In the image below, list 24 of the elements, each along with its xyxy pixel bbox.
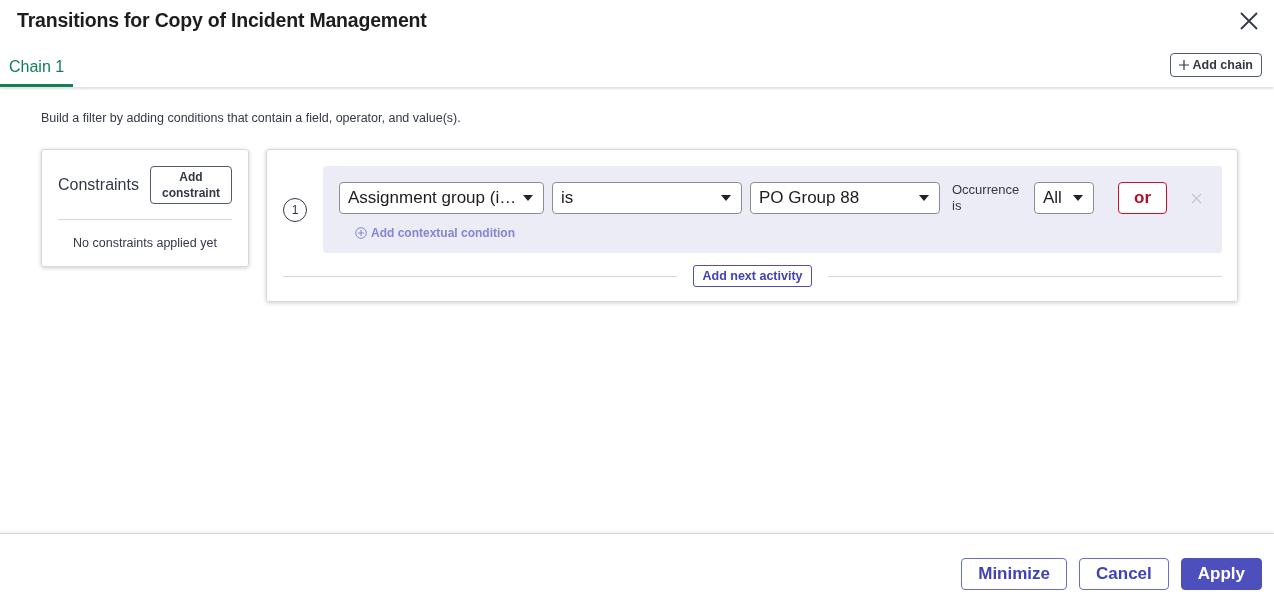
chain-tab[interactable]: Chain 1 bbox=[0, 52, 74, 87]
add-chain-button[interactable]: Add chain bbox=[1169, 53, 1262, 77]
plus-icon bbox=[1178, 60, 1189, 70]
footer-button[interactable]: Minimize bbox=[961, 558, 1067, 590]
add-next-activity-button[interactable]: Add next activity bbox=[693, 265, 812, 287]
occurrence-dropdown[interactable]: All bbox=[1034, 182, 1094, 214]
plus-circle-icon bbox=[355, 227, 367, 239]
close-icon[interactable] bbox=[1240, 11, 1258, 30]
occurrence-label: Occurrence is bbox=[952, 182, 1021, 214]
field-dropdown[interactable]: Assignment group (i… bbox=[339, 182, 544, 214]
add-constraint-button[interactable]: Add constraint bbox=[150, 166, 232, 204]
value-dropdown[interactable]: PO Group 88 bbox=[750, 182, 940, 214]
constraints-title: Constraints bbox=[58, 176, 139, 194]
caret-icon bbox=[1073, 195, 1083, 201]
dialog-title: Transitions for Copy of Incident Management bbox=[17, 9, 427, 32]
apply-button[interactable]: Apply bbox=[1180, 558, 1262, 590]
caret-icon bbox=[523, 195, 533, 201]
caret-icon bbox=[721, 195, 731, 201]
operator-dropdown[interactable]: is bbox=[552, 182, 742, 214]
empty-message: No constraints applied yet bbox=[72, 236, 218, 250]
footer-button[interactable]: Cancel bbox=[1079, 558, 1169, 590]
description-text: Build a filter by adding conditions that contain a field, operator, and value(s). bbox=[41, 111, 462, 125]
or-button[interactable]: or bbox=[1118, 182, 1167, 214]
caret-icon bbox=[919, 195, 929, 201]
